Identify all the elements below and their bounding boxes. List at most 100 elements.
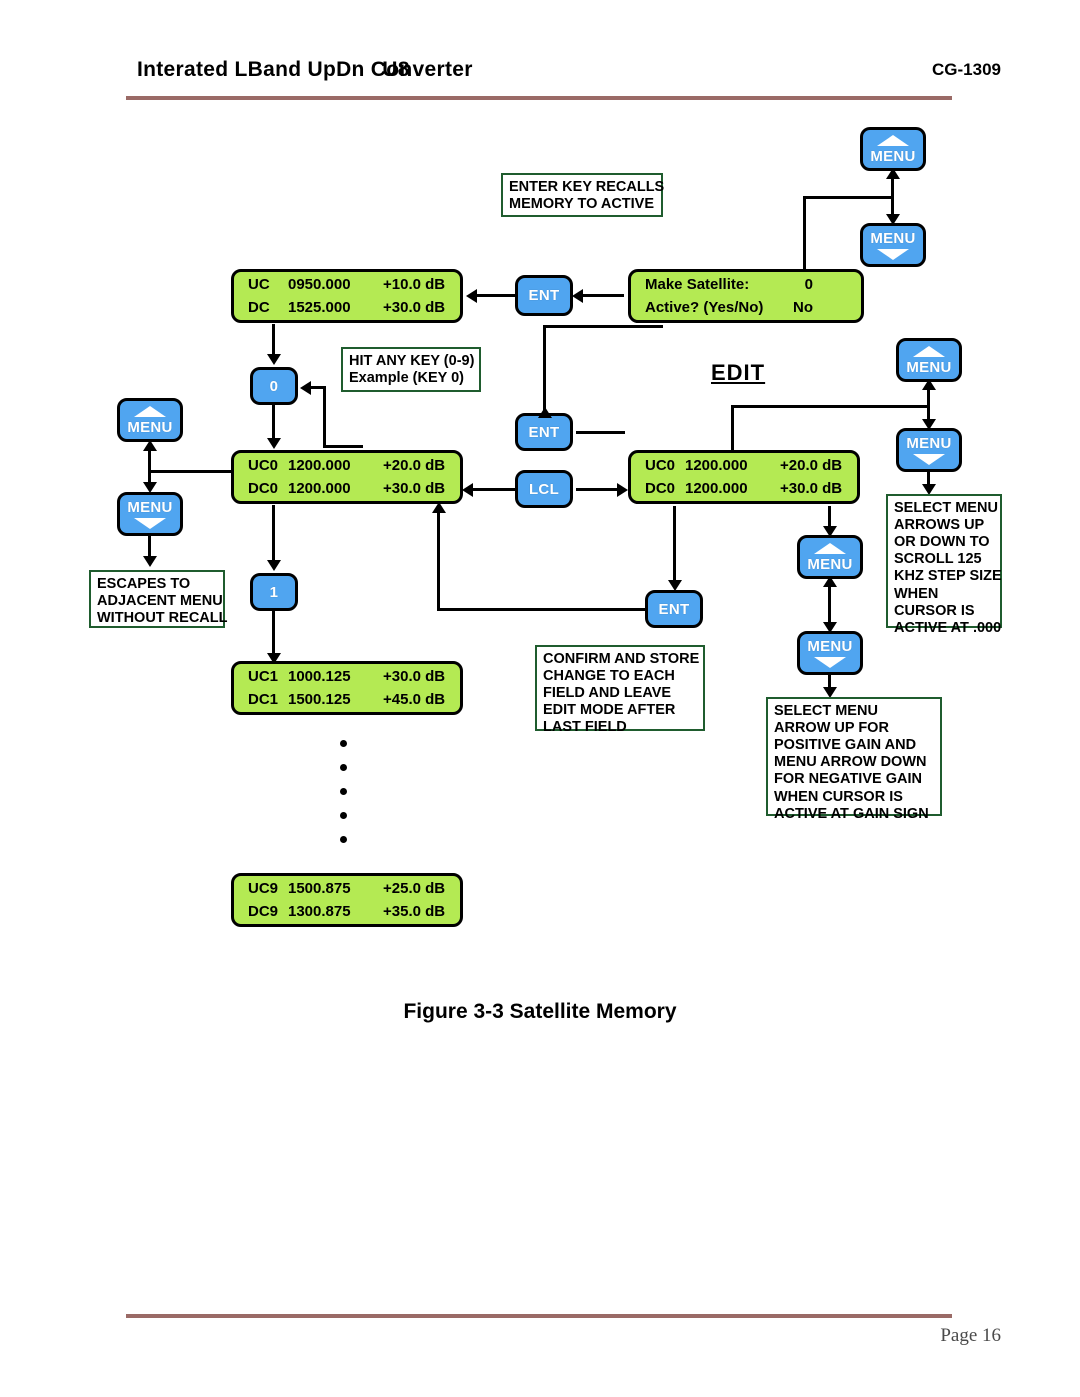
connector-ent-edit-up-horiz [543, 325, 663, 328]
menu-up-key-top[interactable]: MENU [860, 127, 926, 171]
lcl-key[interactable]: LCL [515, 470, 573, 508]
lcd-gain: +30.0 dB [780, 480, 843, 497]
note-line: EDIT MODE AFTER [543, 702, 676, 719]
connector-loop-horiz [323, 445, 363, 448]
note-line: CONFIRM AND STORE [543, 651, 700, 667]
header-title-overlap: on U8 [382, 58, 412, 81]
menu-up-key-left[interactable]: MENU [117, 398, 183, 442]
lcd-row: UC0 1200.000 +20.0 dB [248, 454, 460, 477]
lcd-frequency: 1200.000 [685, 480, 748, 497]
digit-1-key[interactable]: 1 [250, 573, 298, 611]
menu-up-key-top-label: MENU [870, 147, 916, 165]
arrowhead-left [572, 289, 583, 303]
arrowhead-up [922, 379, 936, 390]
lcd-row: UC9 1500.875 +25.0 dB [248, 877, 460, 900]
arrowhead-left [462, 483, 473, 497]
lcd-frequency: 1200.000 [685, 456, 748, 474]
note-line: FIELD AND LEAVE [543, 685, 672, 702]
document-code: CG-1309 [932, 60, 1001, 79]
ent-key-top[interactable]: ENT [515, 275, 573, 316]
connector-ent-edit-up [543, 325, 546, 415]
lcd-channel: UC0 [248, 456, 279, 474]
ent-key-edit[interactable]: ENT [515, 413, 573, 451]
menu-down-key-left[interactable]: MENU [117, 492, 183, 536]
lcd-channel: DC0 [248, 480, 279, 497]
lcd-frequency: 1200.000 [288, 456, 351, 474]
lcd-gain: +10.0 dB [383, 275, 446, 293]
arrowhead-up [432, 502, 446, 513]
note-line: CHANGE TO EACH [543, 668, 675, 685]
note-line: WHEN CURSOR IS [774, 788, 903, 805]
footer-rule [126, 1314, 952, 1318]
note-line: ARROWS UP [894, 517, 985, 534]
arrowhead-down [668, 580, 682, 591]
lcd-mem0-right: UC0 1200.000 +20.0 dB DC0 1200.000 +30.0… [628, 450, 860, 504]
lcd-channel: DC9 [248, 903, 279, 920]
digit-0-key-label: 0 [269, 377, 279, 395]
ellipsis-dot [340, 812, 347, 819]
note-line: Example (KEY 0) [349, 370, 464, 387]
connector-ent-edit-feed [576, 431, 625, 434]
arrowhead-up [538, 407, 552, 418]
menu-down-key-top[interactable]: MENU [860, 223, 926, 267]
arrow-up-icon [913, 345, 945, 357]
footer-page-number: Page 16 [940, 1325, 1001, 1346]
header-title-main: Interated LBand UpDn C [137, 58, 387, 81]
lcd-frequency: 0950.000 [288, 275, 351, 293]
connector-digit0-to-mem0 [272, 405, 275, 441]
connector-mem0-to-digit1 [272, 505, 275, 561]
note-line: HIT ANY KEY (0-9) [349, 353, 475, 369]
menu-down-key-gain[interactable]: MENU [797, 631, 863, 675]
arrowhead-up [886, 168, 900, 179]
note-line: ACTIVE AT GAIN SIGN [774, 805, 929, 822]
arrowhead-up [823, 576, 837, 587]
note-line: SELECT MENU [894, 500, 998, 516]
note-line: SELECT MENU [774, 703, 878, 719]
menu-up-key-gain[interactable]: MENU [797, 535, 863, 579]
arrow-up-icon [134, 405, 166, 417]
lcd-gain: +35.0 dB [383, 903, 446, 920]
connector-active-to-digit0 [272, 324, 275, 356]
lcd-channel: DC [248, 299, 270, 316]
lcd-channel: UC1 [248, 667, 279, 685]
note-line: MEMORY TO ACTIVE [509, 196, 655, 213]
menu-up-key-edit[interactable]: MENU [896, 338, 962, 382]
note-line: WITHOUT RECALL [97, 610, 228, 627]
lcd-row: DC1 1500.125 +45.0 dB [248, 688, 460, 711]
lcd-frequency: 1500.125 [288, 691, 351, 708]
connector-ent-confirm-loop-up [437, 508, 440, 608]
connector-edit-bus-down [731, 405, 734, 453]
lcd-row: Active? (Yes/No) No [645, 296, 861, 319]
arrowhead-down [823, 526, 837, 537]
menu-down-key-edit[interactable]: MENU [896, 428, 962, 472]
arrow-up-icon [877, 134, 909, 146]
lcd-frequency: 1200.000 [288, 480, 351, 497]
note-line: OR DOWN TO [894, 534, 990, 551]
ellipsis-dot [340, 740, 347, 747]
digit-1-key-label: 1 [269, 583, 279, 601]
ent-key-confirm[interactable]: ENT [645, 590, 703, 628]
menu-down-key-top-label: MENU [870, 229, 916, 247]
lcd-gain: +25.0 dB [383, 879, 446, 897]
note-line: ARROW UP FOR [774, 720, 889, 737]
connector-make-satellite-down [803, 196, 806, 274]
connector-mem0-to-ent-confirm [673, 506, 676, 586]
digit-0-key[interactable]: 0 [250, 367, 298, 405]
lcd-gain: +30.0 dB [383, 480, 446, 497]
lcd-row: UC1 1000.125 +30.0 dB [248, 665, 460, 688]
connector-ent-confirm-loop [437, 608, 645, 611]
connector-makesat-to-ent [576, 294, 624, 297]
note-line: LAST FIELD [543, 719, 627, 736]
lcd-mem0-left: UC0 1200.000 +20.0 dB DC0 1200.000 +30.0… [231, 450, 463, 504]
arrow-down-icon [814, 656, 846, 668]
note-enter-key-recalls: ENTER KEY RECALLS MEMORY TO ACTIVE [501, 173, 665, 217]
connector-digit1-to-mem1 [272, 611, 275, 657]
arrowhead-right [617, 483, 628, 497]
arrow-down-icon [913, 453, 945, 465]
connector-lcl-to-mem0 [466, 488, 515, 491]
note-line: CURSOR IS [894, 602, 975, 619]
arrow-up-icon [814, 542, 846, 554]
lcd-frequency: 1000.125 [288, 667, 351, 685]
note-line: ENTER KEY RECALLS [509, 179, 665, 195]
menu-down-key-left-label: MENU [127, 498, 173, 516]
